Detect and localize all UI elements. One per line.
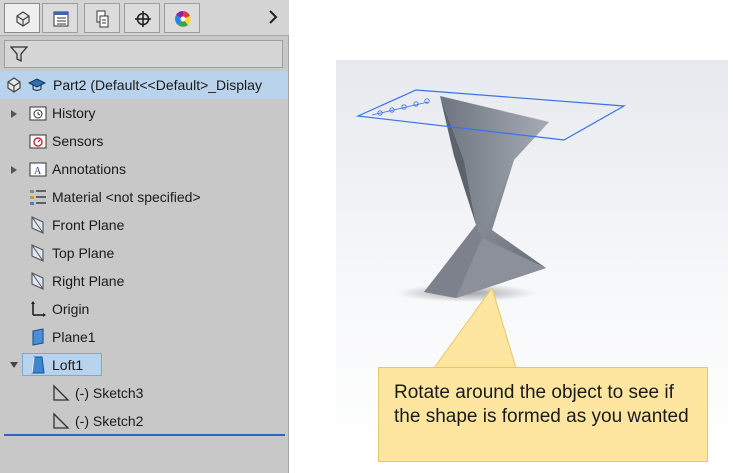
tab-feature-manager[interactable] [4,3,40,33]
tree-item-label: (-) Sketch3 [75,385,144,401]
tree-root-part[interactable]: Part2 (Default<<Default>_Display [0,71,288,99]
tab-configuration-manager[interactable] [84,3,120,33]
tree-filter-bar[interactable] [4,40,283,68]
property-list-icon [53,11,69,27]
expand-arrow-icon[interactable] [11,166,17,174]
tree-item-sketch2[interactable]: (-) Sketch2 [0,407,288,435]
annotations-folder-icon: A [29,162,47,177]
plane-icon [31,216,44,234]
feature-manager-panel: Part2 (Default<<Default>_Display History… [0,0,289,473]
chevron-right-icon[interactable] [265,8,281,26]
rollback-bar[interactable] [4,434,285,436]
callout-pointer [433,288,517,369]
sensors-folder-icon [29,134,47,149]
tree-item-material[interactable]: Material <not specified> [0,183,288,211]
loft-feature-icon [31,356,45,374]
plane-icon [31,272,44,290]
crosshair-icon [135,11,151,27]
tree-item-history[interactable]: History [0,99,288,127]
color-wheel-icon [175,10,191,27]
tab-property-manager[interactable] [42,3,78,33]
tree-item-label: Right Plane [52,273,125,289]
history-folder-icon [29,106,47,121]
tree-item-sensors[interactable]: Sensors [0,127,288,155]
tab-display-manager[interactable] [164,3,200,33]
filter-icon [10,46,28,63]
tree-item-label: Origin [52,301,90,317]
plane-icon [31,244,44,262]
tab-dimxpert-manager[interactable] [124,3,160,33]
tree-root-label: Part2 (Default<<Default>_Display [53,77,262,93]
tree-item-label: Material <not specified> [52,189,201,205]
sketch-icon [53,384,70,401]
tree-item-label: Plane1 [52,329,96,345]
origin-icon [31,301,46,317]
sketch-icon [53,412,70,429]
feature-tree-icon [16,11,30,27]
tree-item-front-plane[interactable]: Front Plane [0,211,288,239]
material-icon [30,190,46,205]
tree-item-label: Annotations [52,161,126,177]
tree-item-loft1[interactable]: Loft1 [0,351,288,379]
tree-item-origin[interactable]: Origin [0,295,288,323]
tree-item-top-plane[interactable]: Top Plane [0,239,288,267]
tree-item-right-plane[interactable]: Right Plane [0,267,288,295]
tree-item-sketch3[interactable]: (-) Sketch3 [0,379,288,407]
tree-item-label: History [52,105,96,121]
instruction-callout: Rotate around the object to see if the s… [378,367,708,462]
tree-item-label: Loft1 [52,357,84,373]
tree-item-label: (-) Sketch2 [75,413,144,429]
graduation-cap-icon [28,78,46,91]
plane-icon [32,328,44,346]
tree-item-plane1[interactable]: Plane1 [0,323,288,351]
configuration-icon [96,10,109,28]
manager-tab-bar [0,0,289,36]
svg-text:A: A [34,166,42,177]
tree-item-label: Top Plane [52,245,115,261]
part-icon [7,77,21,93]
callout-text: Rotate around the object to see if the s… [394,382,689,427]
collapse-arrow-icon[interactable] [10,362,18,368]
tree-item-annotations[interactable]: A Annotations [0,155,288,183]
tree-item-label: Sensors [52,133,104,149]
expand-arrow-icon[interactable] [11,110,17,118]
tree-item-label: Front Plane [52,217,125,233]
